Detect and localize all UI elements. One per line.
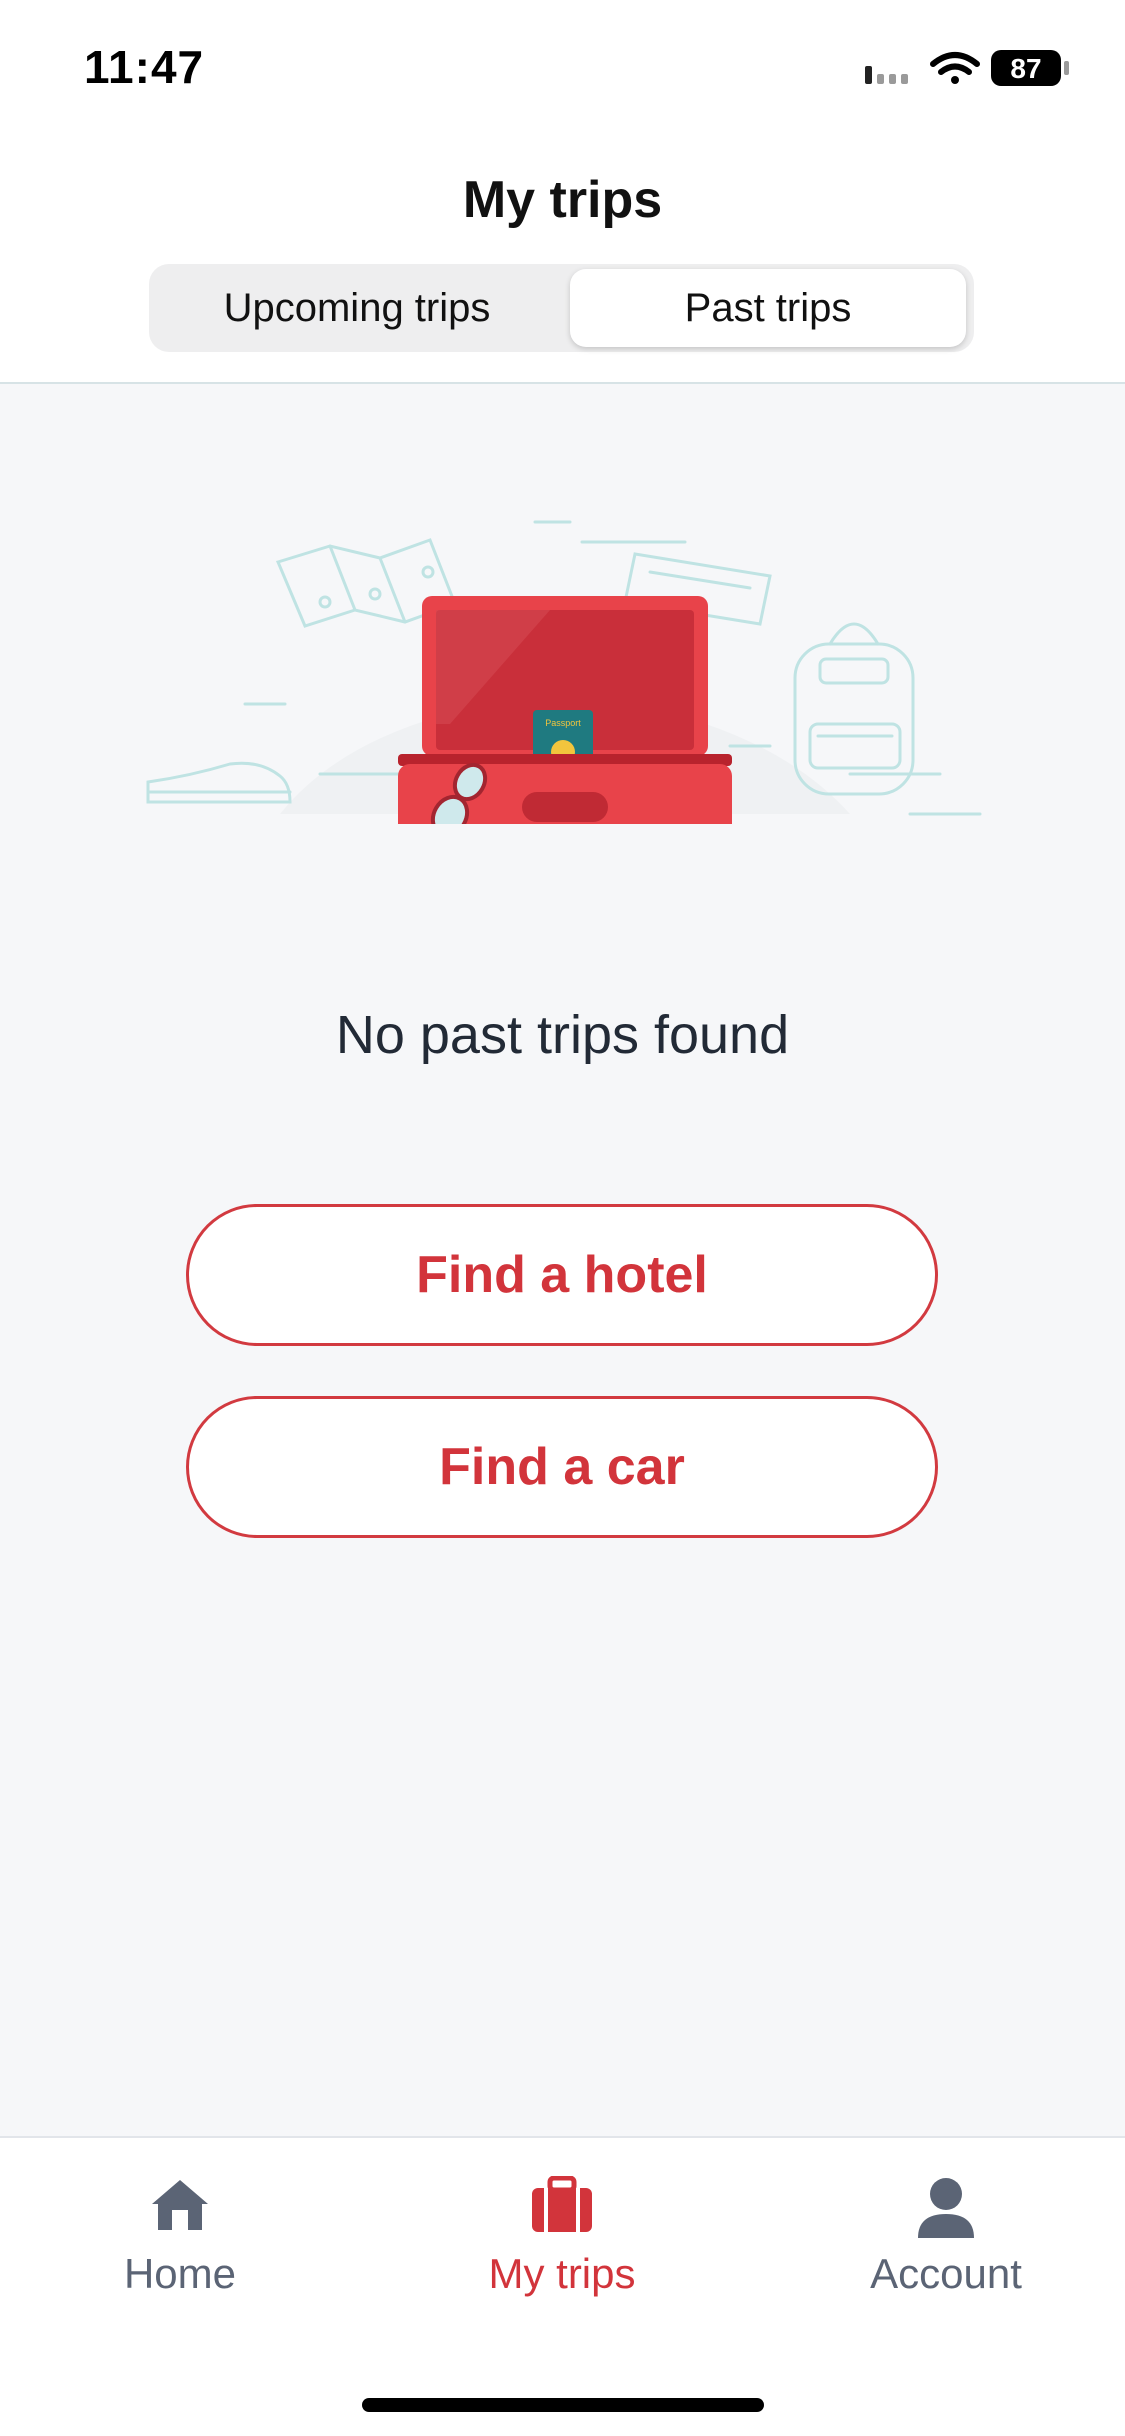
wifi-icon xyxy=(930,52,980,84)
passport-text: Passport xyxy=(545,718,581,728)
tab-upcoming-trips[interactable]: Upcoming trips xyxy=(155,269,559,347)
tab-past-trips[interactable]: Past trips xyxy=(570,269,966,347)
signal-icon xyxy=(865,66,908,84)
tab-my-trips-label: My trips xyxy=(488,2250,636,2297)
battery-level: 87 xyxy=(1010,53,1041,84)
home-icon xyxy=(152,2180,208,2230)
open-suitcase-illustration: Passport xyxy=(146,520,982,824)
tab-home[interactable]: Home xyxy=(60,2138,300,2338)
status-icons: 87 xyxy=(865,50,1069,86)
battery-icon: 87 xyxy=(991,50,1069,86)
tab-account-label: Account xyxy=(870,2250,1022,2297)
suitcase-icon xyxy=(532,2176,592,2232)
header: My trips Upcoming trips Past trips xyxy=(0,130,1125,384)
tab-home-label: Home xyxy=(123,2250,237,2297)
find-car-button[interactable]: Find a car xyxy=(186,1396,938,1538)
home-indicator xyxy=(362,2398,764,2412)
tab-my-trips[interactable]: My trips xyxy=(442,2138,682,2338)
person-icon xyxy=(918,2178,974,2238)
trips-segmented-control: Upcoming trips Past trips xyxy=(149,264,974,352)
find-hotel-button[interactable]: Find a hotel xyxy=(186,1204,938,1346)
bottom-tab-bar: Home My trips Account xyxy=(0,2136,1125,2436)
tab-account[interactable]: Account xyxy=(826,2138,1066,2338)
status-bar: 11:47 87 xyxy=(0,0,1125,130)
status-time: 11:47 xyxy=(84,41,205,93)
content-area: Passport No past trips found Find a hote… xyxy=(0,384,1125,2136)
page-title: My trips xyxy=(462,171,663,229)
empty-state-message: No past trips found xyxy=(335,1005,790,1065)
